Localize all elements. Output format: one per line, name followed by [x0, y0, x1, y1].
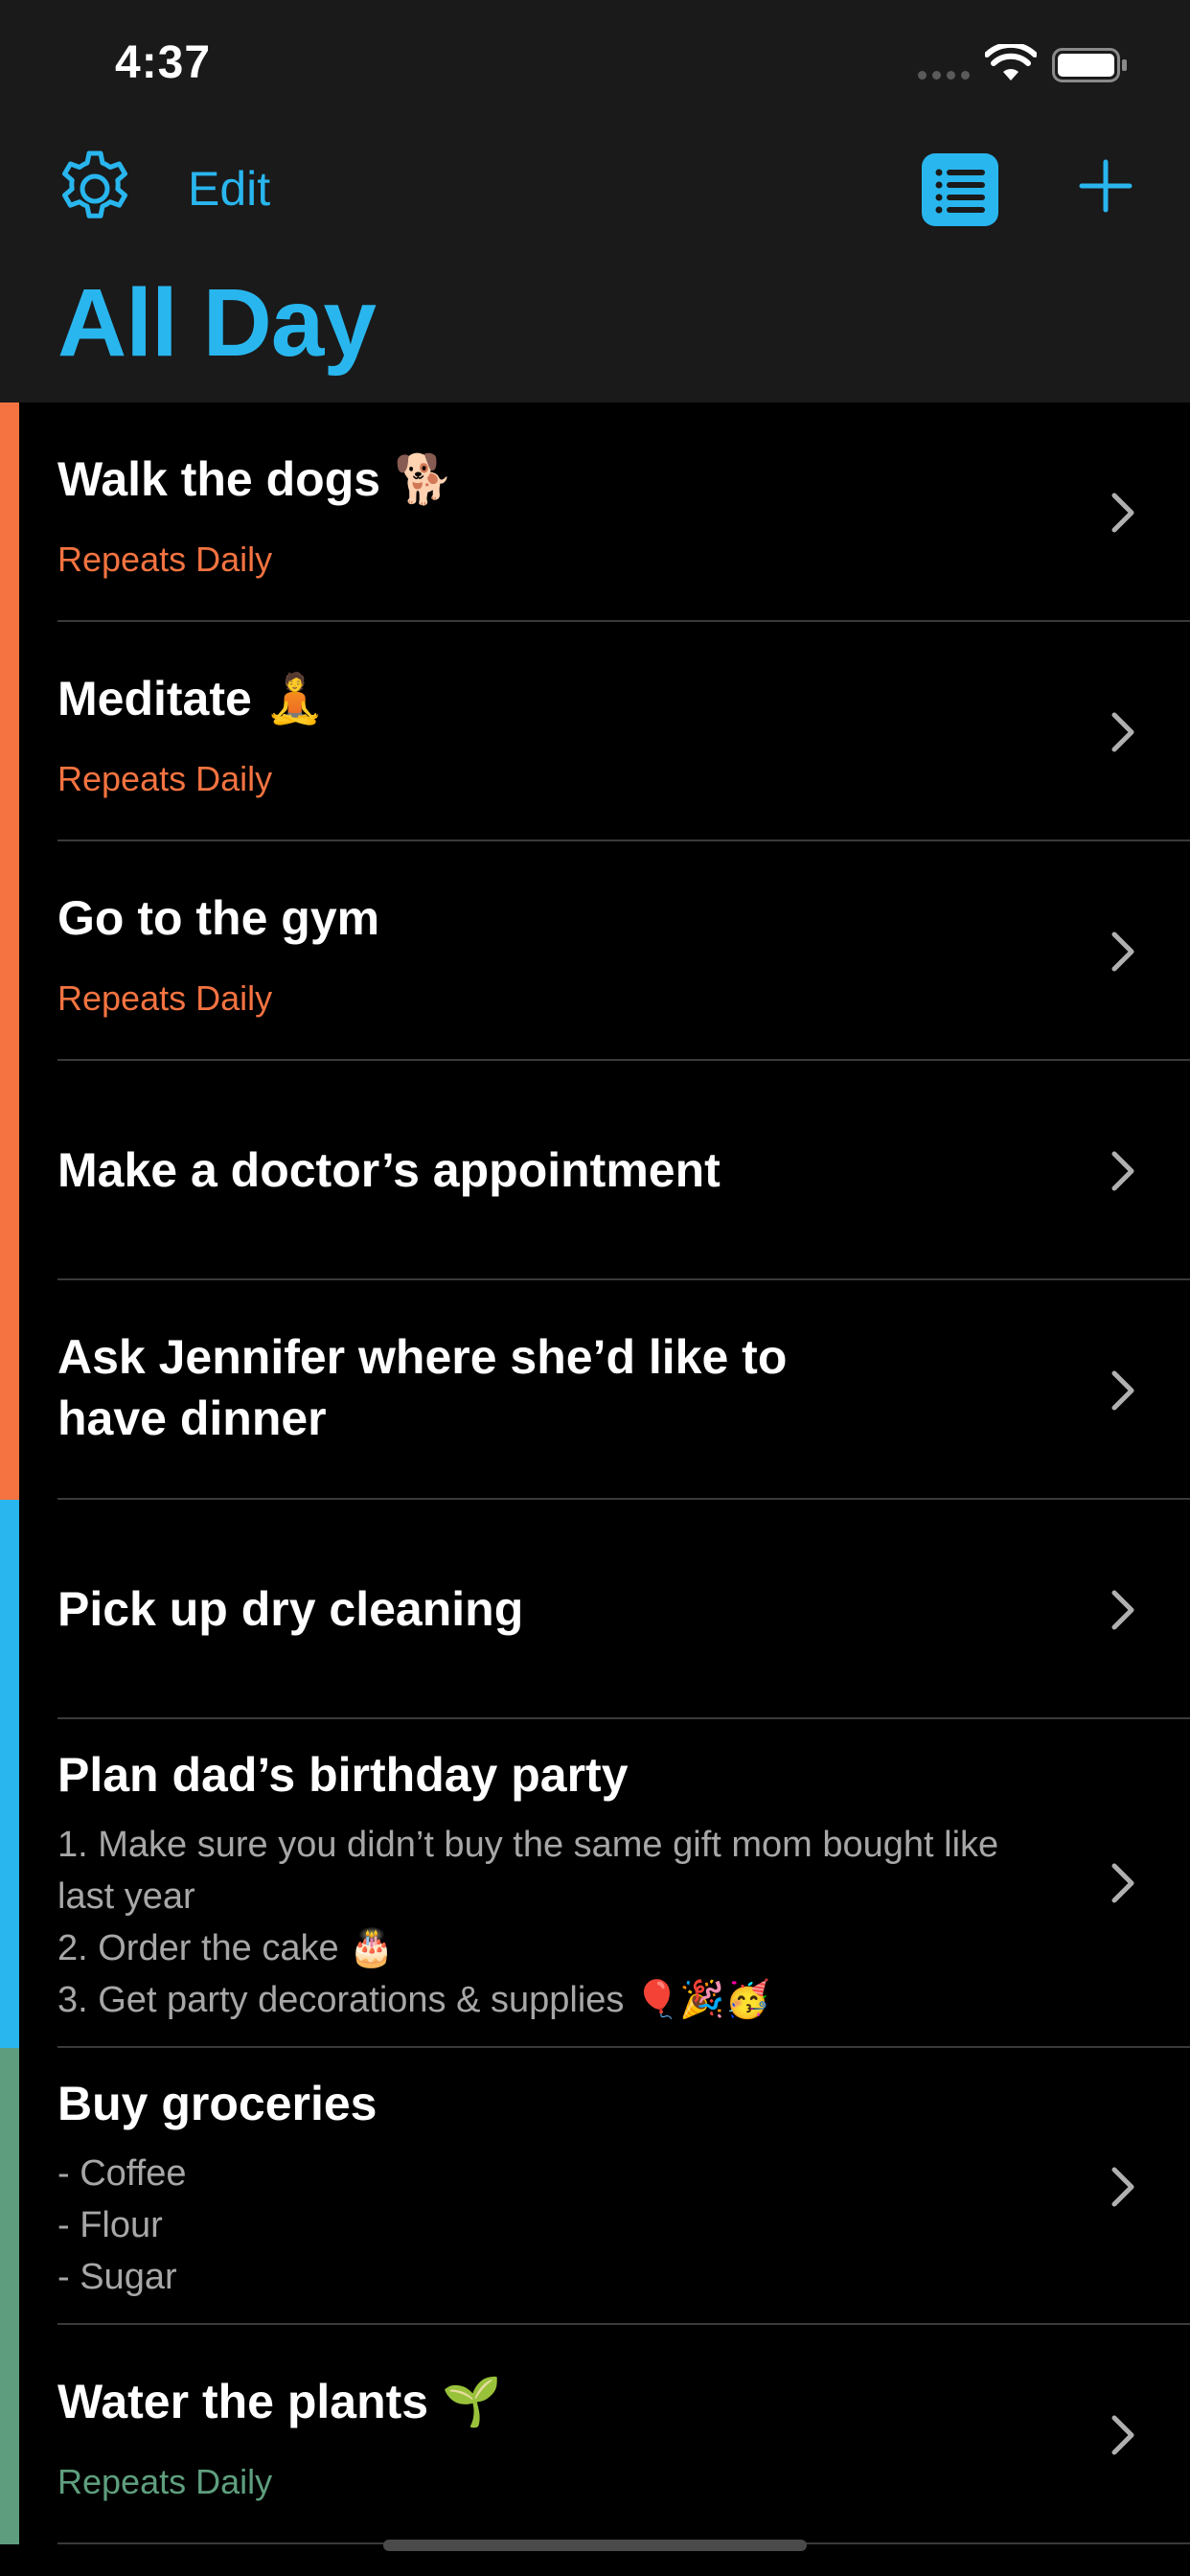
list-view-button[interactable]: [922, 153, 998, 226]
task-notes: - Coffee - Flour - Sugar: [57, 2153, 187, 2297]
chevron-right-icon: [1111, 1590, 1134, 1630]
chevron-right-icon: [1111, 2167, 1134, 2207]
task-title: Pick up dry cleaning: [57, 1582, 524, 1636]
chevron-right-icon: [1111, 712, 1134, 752]
task-title: Ask Jennifer where she’d like to have di…: [57, 1330, 788, 1445]
task-repeat-label: Repeats Daily: [57, 759, 273, 798]
category-color-bar: [0, 1500, 19, 1719]
task-row[interactable]: Pick up dry cleaning: [0, 1500, 1190, 1719]
status-bar: 4:37: [0, 0, 1190, 125]
task-title: Water the plants 🌱: [57, 2375, 502, 2428]
task-title: Plan dad’s birthday party: [57, 1748, 629, 1802]
task-row[interactable]: Plan dad’s birthday party 1. Make sure y…: [0, 1719, 1190, 2048]
category-color-bar: [0, 1061, 19, 1280]
task-row[interactable]: Meditate 🧘 Repeats Daily: [0, 622, 1190, 841]
category-color-bar: [0, 841, 19, 1061]
chevron-right-icon: [1111, 2415, 1134, 2455]
task-title: Buy groceries: [57, 2077, 378, 2130]
task-row[interactable]: Buy groceries - Coffee - Flour - Sugar: [0, 2048, 1190, 2325]
chevron-right-icon: [1111, 493, 1134, 533]
task-row[interactable]: Water the plants 🌱 Repeats Daily: [0, 2325, 1190, 2544]
category-color-bar: [0, 2048, 19, 2325]
category-color-bar: [0, 2325, 19, 2544]
chevron-right-icon: [1111, 932, 1134, 972]
task-row[interactable]: Ask Jennifer where she’d like to have di…: [0, 1280, 1190, 1500]
task-row[interactable]: Make a doctor’s appointment: [0, 1061, 1190, 1280]
status-time: 4:37: [115, 37, 212, 88]
navigation-bar: Edit All Day: [0, 125, 1190, 402]
plus-icon[interactable]: [1079, 159, 1133, 213]
chevron-right-icon: [1111, 1370, 1134, 1411]
home-indicator[interactable]: [383, 2540, 807, 2551]
category-color-bar: [0, 622, 19, 841]
task-title: Go to the gym: [57, 891, 380, 945]
list-view-icon: [935, 169, 985, 214]
task-title: Meditate 🧘: [57, 672, 325, 725]
edit-button[interactable]: Edit: [188, 161, 270, 217]
chevron-right-icon: [1111, 1863, 1134, 1903]
task-title: Walk the dogs 🐕: [57, 452, 454, 506]
cellular-signal-icon: [918, 71, 970, 80]
task-row[interactable]: Walk the dogs 🐕 Repeats Daily: [0, 402, 1190, 622]
category-color-bar: [0, 402, 19, 622]
gear-icon[interactable]: [56, 150, 134, 228]
category-color-bar: [0, 1719, 19, 2048]
chevron-right-icon: [1111, 1151, 1134, 1191]
task-repeat-label: Repeats Daily: [57, 2462, 273, 2501]
task-title: Make a doctor’s appointment: [57, 1143, 721, 1197]
task-notes: 1. Make sure you didn’t buy the same gif…: [57, 1825, 999, 2020]
task-repeat-label: Repeats Daily: [57, 540, 273, 579]
page-title: All Day: [57, 269, 377, 377]
task-list: Walk the dogs 🐕 Repeats Daily Meditate 🧘…: [0, 402, 1190, 2544]
wifi-icon: [985, 44, 1037, 80]
category-color-bar: [0, 1280, 19, 1500]
task-repeat-label: Repeats Daily: [57, 978, 273, 1018]
battery-icon: [1052, 48, 1127, 82]
task-row[interactable]: Go to the gym Repeats Daily: [0, 841, 1190, 1061]
